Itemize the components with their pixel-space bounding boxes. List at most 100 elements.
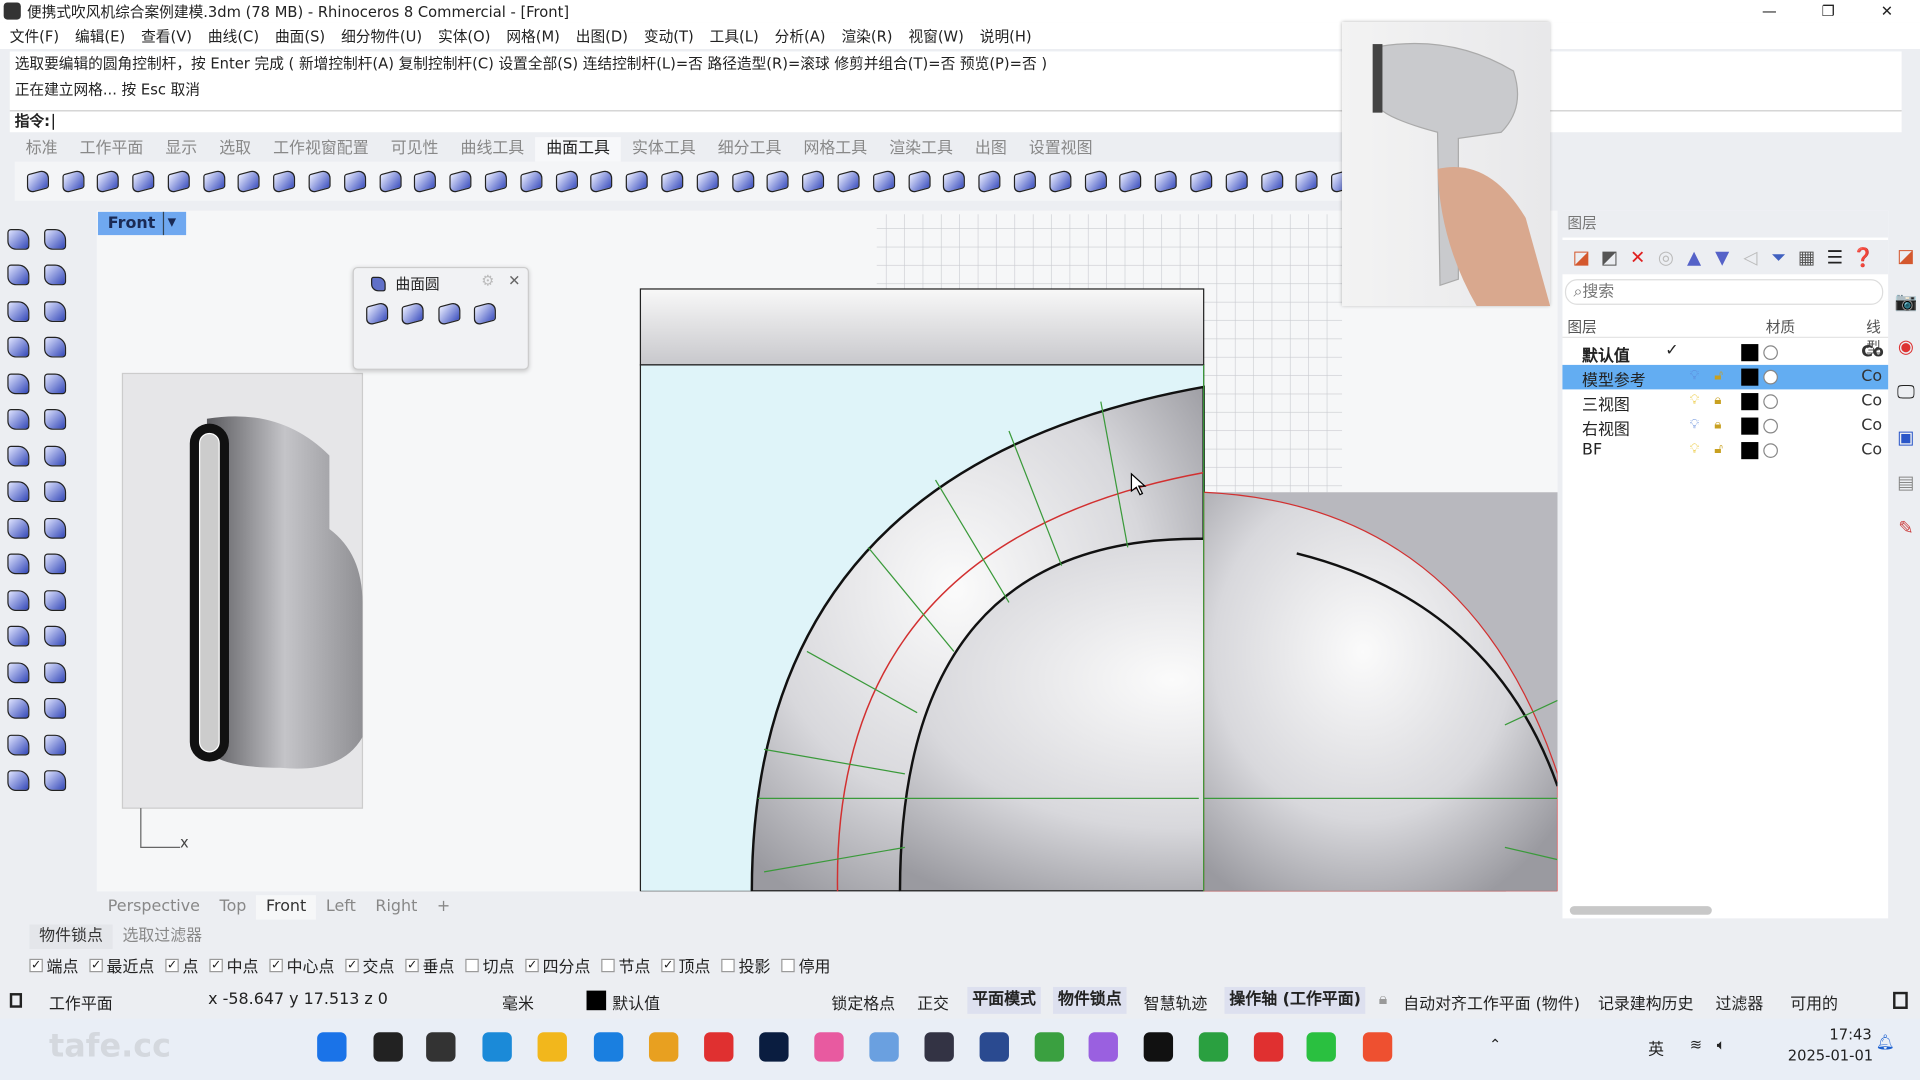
column-material[interactable]: 材质 — [1766, 316, 1795, 337]
osnap-option[interactable]: ✓ 中点 — [209, 953, 258, 977]
app-taskbar-icon[interactable] — [704, 1032, 734, 1062]
point-grid-button[interactable] — [974, 165, 1005, 197]
toolbar-tab[interactable]: 标准 — [15, 137, 69, 161]
layer-button[interactable] — [2, 765, 34, 797]
twist-button[interactable] — [1186, 165, 1217, 197]
app-taskbar-icon[interactable] — [1034, 1032, 1065, 1062]
viewport-canvas[interactable]: x — [97, 211, 1558, 892]
osnap-option[interactable]: ✓ 顶点 — [661, 953, 710, 977]
gumball-toggle[interactable]: 操作轴 (工作平面) — [1224, 986, 1366, 1014]
layer-color-swatch[interactable] — [1741, 368, 1759, 386]
app-taskbar-icon[interactable] — [1198, 1032, 1229, 1062]
sweep-button[interactable] — [469, 298, 501, 330]
menu-item[interactable]: 说明(H) — [980, 25, 1032, 46]
layer-name[interactable]: BF — [1582, 441, 1602, 459]
current-layer-status[interactable]: 默认值 — [612, 991, 660, 1014]
chevron-down-icon[interactable]: ▼ — [162, 211, 176, 236]
display-icon[interactable]: 🖵 — [1892, 381, 1920, 426]
camera-icon[interactable]: 📷 — [1892, 290, 1920, 335]
fit-button[interactable] — [692, 165, 723, 197]
mirror-button[interactable] — [39, 584, 71, 616]
toolbar-tab[interactable]: 渲染工具 — [878, 137, 964, 161]
point-button[interactable] — [39, 223, 71, 255]
surface-from-edges-button[interactable] — [57, 165, 88, 197]
loft-button[interactable] — [93, 165, 124, 197]
osnap-option[interactable]: 投影 — [721, 953, 770, 977]
offset-surface-button[interactable] — [480, 165, 511, 197]
checkbox[interactable]: ✓ — [405, 958, 419, 972]
menu-item[interactable]: 文件(F) — [10, 25, 59, 46]
fillet-surface-button[interactable] — [163, 165, 194, 197]
line-button[interactable] — [39, 259, 71, 291]
toolbar-tab[interactable]: 显示 — [154, 137, 208, 161]
app-taskbar-icon[interactable] — [814, 1032, 844, 1062]
material-icon[interactable] — [1763, 345, 1778, 361]
adjust-seam-button[interactable] — [657, 165, 688, 197]
group-button[interactable] — [39, 620, 71, 652]
surface-from-edges-button[interactable] — [397, 298, 429, 330]
wifi-icon[interactable]: ≋ — [1690, 1036, 1702, 1053]
osnap-option[interactable]: ✓ 交点 — [345, 953, 394, 977]
command-input[interactable]: 指令: — [9, 110, 1902, 133]
blend-surface-button[interactable] — [339, 165, 370, 197]
menu-item[interactable]: 工具(L) — [710, 25, 759, 46]
lock-icon[interactable]: 🔓︎ — [1714, 441, 1723, 458]
osnap-option[interactable]: ✓ 端点 — [29, 953, 78, 977]
layer-color-swatch[interactable] — [1741, 393, 1759, 411]
rail-revolve-button[interactable] — [234, 165, 265, 197]
layer-name[interactable]: 三视图 — [1582, 392, 1630, 415]
cage-edit-button[interactable] — [939, 165, 970, 197]
menu-item[interactable]: 曲线(C) — [208, 25, 259, 46]
layer-linetype[interactable]: Co — [1861, 343, 1884, 361]
ime-indicator[interactable]: 英 — [1648, 1036, 1664, 1059]
filter-icon[interactable]: ⏷ — [1764, 246, 1792, 268]
close-icon[interactable]: ✕ — [508, 272, 520, 289]
app-taskbar-icon[interactable] — [648, 1032, 679, 1062]
move-down-icon[interactable]: ▼ — [1708, 246, 1736, 268]
bend-button[interactable] — [1150, 165, 1181, 197]
menu-item[interactable]: 实体(O) — [438, 25, 490, 46]
surface-edge-button[interactable] — [2, 403, 34, 435]
flow-button[interactable] — [1256, 165, 1287, 197]
osnap-tab[interactable]: 选取过滤器 — [113, 924, 212, 948]
viewport-title-button[interactable]: Front ▼ — [97, 211, 186, 236]
material-icon[interactable] — [1763, 369, 1778, 385]
lightbulb-icon[interactable]: 💡︎ — [1690, 392, 1699, 409]
osnap-option[interactable]: 切点 — [465, 953, 514, 977]
close-button[interactable]: ✕ — [1859, 0, 1915, 22]
rhino-taskbar-icon[interactable] — [1143, 1032, 1174, 1062]
add-viewport-tab-button[interactable]: + — [427, 895, 460, 919]
grid-button[interactable] — [39, 765, 71, 797]
toolbar-tab[interactable]: 出图 — [964, 137, 1018, 161]
toolbar-tab[interactable]: 网格工具 — [792, 137, 878, 161]
app-taskbar-icon[interactable] — [593, 1032, 624, 1062]
properties-icon[interactable]: ▤ — [1892, 471, 1920, 516]
gear-icon[interactable]: ⚙ — [481, 272, 494, 289]
toolbar-tab[interactable]: 工作平面 — [69, 137, 155, 161]
toolbar-tab[interactable]: 选取 — [208, 137, 262, 161]
start-taskbar-icon[interactable] — [317, 1032, 347, 1062]
planar-toggle[interactable]: 平面模式 — [967, 986, 1041, 1014]
osnap-option[interactable]: 节点 — [601, 953, 650, 977]
polyline-button[interactable] — [2, 259, 34, 291]
material-icon[interactable] — [1763, 418, 1778, 434]
rotate-button[interactable] — [39, 548, 71, 580]
toolbar-tab[interactable]: 工作视窗配置 — [262, 137, 380, 161]
viewport-tab-right[interactable]: Right — [366, 895, 428, 919]
move-left-icon[interactable]: ◁ — [1736, 246, 1764, 268]
task-view-taskbar-icon[interactable] — [426, 1032, 456, 1062]
extend-surface-button[interactable] — [763, 165, 794, 197]
polygon-button[interactable] — [39, 367, 71, 399]
layer-name[interactable]: 右视图 — [1582, 416, 1630, 439]
layer-row[interactable]: BF 💡︎ 🔓︎ Co — [1562, 438, 1888, 462]
lock-icon[interactable]: 🔒︎ — [1714, 392, 1721, 409]
checkbox[interactable]: ✓ — [525, 958, 539, 972]
purge-icon[interactable]: ◎ — [1652, 246, 1680, 268]
file-explorer-taskbar-icon[interactable] — [537, 1032, 567, 1062]
layer-linetype[interactable]: Co — [1861, 367, 1882, 385]
lock-icon[interactable]: 🔓︎ — [1714, 367, 1723, 384]
photoshop-taskbar-icon[interactable] — [759, 1032, 789, 1062]
layer-linetype[interactable]: Co — [1861, 441, 1882, 459]
change-degree-button[interactable] — [727, 165, 758, 197]
surface-from-3-points-button[interactable] — [361, 298, 393, 330]
